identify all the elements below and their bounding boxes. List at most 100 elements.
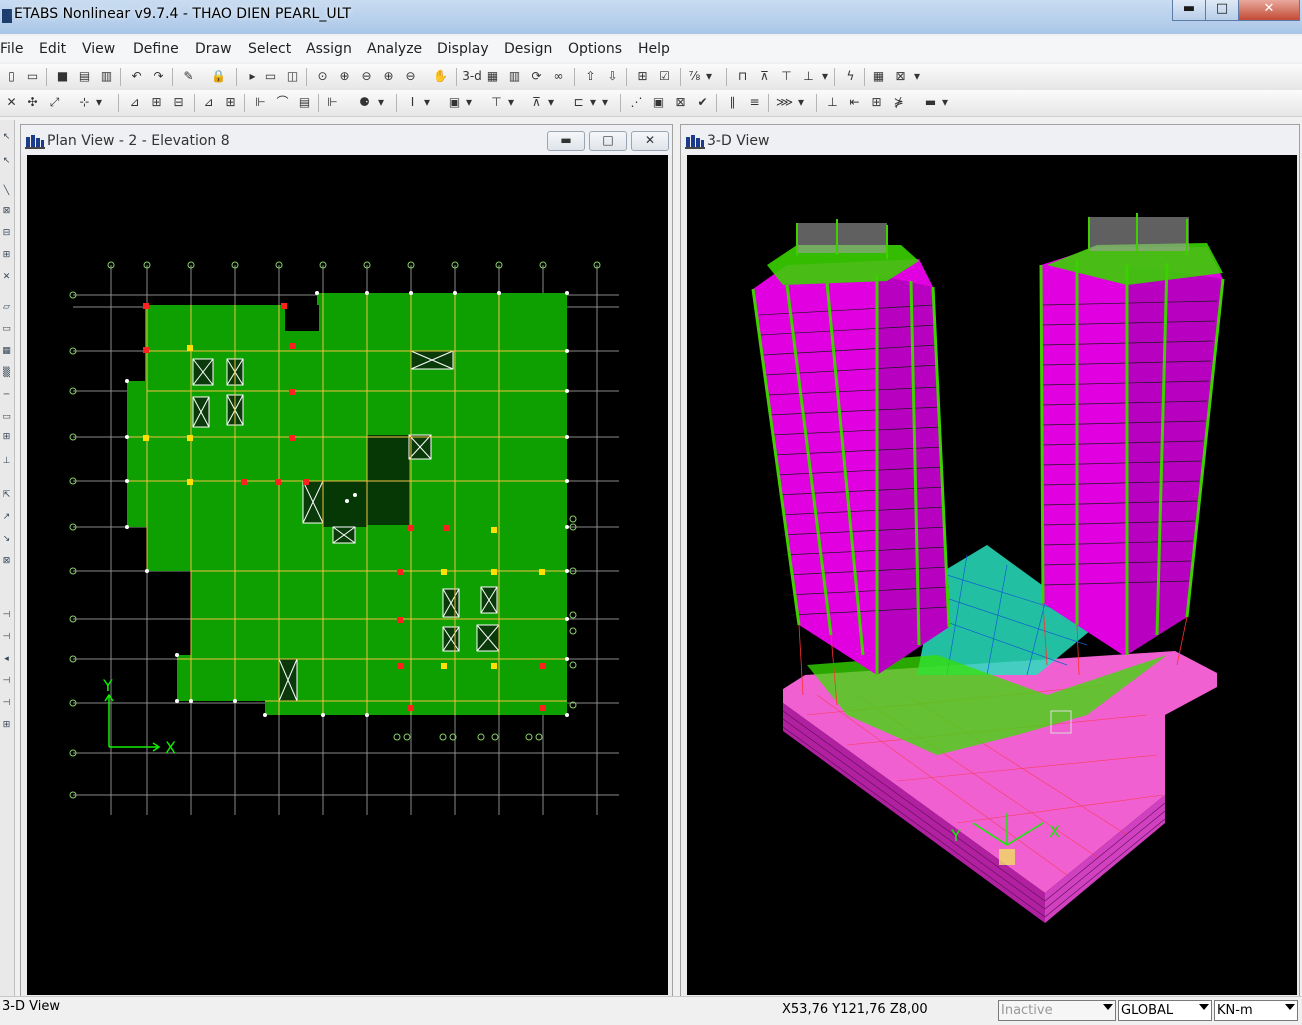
units-select[interactable]: KN-m <box>1214 1000 1298 1021</box>
zoom-in-icon[interactable]: ⊕ <box>336 68 353 85</box>
select-dropdown-icon[interactable]: ▾ <box>94 94 104 111</box>
restraint-dropdown-icon[interactable]: ▾ <box>546 94 556 111</box>
draw-dimension-icon[interactable]: ⊥ <box>1 456 12 467</box>
refresh-icon[interactable]: ✎ <box>180 68 197 85</box>
minimize-button[interactable]: ▬ <box>1172 0 1206 21</box>
link-icon[interactable]: ⊩ <box>324 94 341 111</box>
draw-wall-icon-left[interactable]: ▒ <box>1 368 12 379</box>
reshape-pointer-icon[interactable]: ↖ <box>1 156 12 167</box>
reshape-icon[interactable]: ✣ <box>24 94 41 111</box>
menu-options[interactable]: Options <box>568 41 622 57</box>
plan-view-canvas[interactable]: Y X <box>27 155 668 995</box>
design-steel-icon[interactable]: ✔ <box>694 94 711 111</box>
pan-icon[interactable]: ✋ <box>432 68 449 85</box>
right-tower[interactable] <box>1039 213 1225 655</box>
maximize-button[interactable]: □ <box>1205 0 1239 21</box>
select-previous-icon[interactable]: ↘ <box>1 534 12 545</box>
assign-restraint-icon[interactable]: ⊼ <box>528 94 545 111</box>
plan-view-maximize-button[interactable]: □ <box>589 131 627 151</box>
frame-load-icon[interactable]: ▣ <box>446 94 463 111</box>
rebar-4-icon[interactable]: ⋡ <box>890 94 907 111</box>
plan-view-minimize-button[interactable]: ▬ <box>547 131 585 151</box>
quick-draw-icon[interactable]: ⊩ <box>252 94 269 111</box>
3d-view-title-bar[interactable]: 3-D View <box>681 125 1299 155</box>
design-concrete-icon[interactable]: ∥ <box>724 94 741 111</box>
story-grid-icon[interactable]: ⊞ <box>1 720 12 731</box>
plan-view-close-button[interactable]: ✕ <box>631 131 669 151</box>
section-cut-icon[interactable]: ⌒ <box>274 94 291 111</box>
forces-dropdown-icon[interactable]: ▾ <box>820 68 830 85</box>
print-tables-icon[interactable]: ▥ <box>98 68 115 85</box>
dimension-icon[interactable]: ▤ <box>296 94 313 111</box>
report-icon[interactable]: ▬ <box>922 94 939 111</box>
select-window-icon[interactable]: ⇱ <box>1 490 12 501</box>
save-icon[interactable]: ■ <box>54 68 71 85</box>
spandrel-label-icon[interactable]: ▣ <box>650 94 667 111</box>
menu-define[interactable]: Define <box>133 41 179 57</box>
menu-analyze[interactable]: Analyze <box>367 41 422 57</box>
story-down-icon[interactable]: ⊣ <box>1 698 12 709</box>
report-dropdown-icon[interactable]: ▾ <box>940 94 950 111</box>
draw-braces-icon[interactable]: ✕ <box>1 272 12 283</box>
select-clear-icon[interactable]: ⊠ <box>1 556 12 567</box>
object-shrink-dropdown-icon[interactable]: ▾ <box>704 68 714 85</box>
draw-section-icon[interactable]: ⊞ <box>1 432 12 443</box>
view-3d-icon[interactable]: 3-d <box>462 68 482 85</box>
diaphragm-dropdown-2-icon[interactable]: ▾ <box>600 94 610 111</box>
pier-label-icon[interactable]: ⋰ <box>628 94 645 111</box>
draw-line-icon[interactable]: ⊿ <box>126 94 143 111</box>
menu-edit[interactable]: Edit <box>39 41 66 57</box>
select-pointer-icon[interactable]: ↖ <box>1 132 12 143</box>
undo-icon[interactable]: ↶ <box>128 68 145 85</box>
open-file-icon[interactable]: ▭ <box>24 68 41 85</box>
point-load-icon[interactable]: Ⅰ <box>404 94 421 111</box>
draw-point-object-icon[interactable]: ╲ <box>1 186 12 197</box>
run-pause-icon[interactable]: ▭ <box>262 68 279 85</box>
show-forces-icon[interactable]: ⊤ <box>778 68 795 85</box>
set-display-options-icon[interactable]: ⊞ <box>634 68 651 85</box>
rebar-icon[interactable]: ⊥ <box>824 94 841 111</box>
draw-area-click-icon[interactable]: ▦ <box>1 346 12 357</box>
new-file-icon[interactable]: ▯ <box>3 68 20 85</box>
draw-line-object-icon[interactable]: ⊠ <box>1 206 12 217</box>
menu-display[interactable]: Display <box>437 41 489 57</box>
display-design-dropdown-icon[interactable]: ▾ <box>796 94 806 111</box>
show-tables-icon[interactable]: ▦ <box>870 68 887 85</box>
draw-opening-icon[interactable]: ▭ <box>1 412 12 423</box>
menu-help[interactable]: Help <box>638 41 670 57</box>
plan-view-window[interactable]: Plan View - 2 - Elevation 8 ▬ □ ✕ Y X <box>20 124 673 998</box>
lock-icon[interactable]: 🔒 <box>210 68 227 85</box>
redo-icon[interactable]: ↷ <box>150 68 167 85</box>
move-up-icon[interactable]: ⇧ <box>582 68 599 85</box>
draw-lines-clicks-icon[interactable]: ⊞ <box>1 250 12 261</box>
menu-assign[interactable]: Assign <box>306 41 352 57</box>
assign-diaphragm-icon[interactable]: ⊏ <box>570 94 587 111</box>
snap-icon[interactable]: ⤢ <box>46 94 63 111</box>
window-title-bar[interactable]: ETABS Nonlinear v9.7.4 - THAO DIEN PEARL… <box>0 0 1302 34</box>
plan-view-drawing[interactable]: Y X <box>27 155 668 995</box>
all-stories-icon[interactable]: ◂ <box>1 654 12 665</box>
zoom-rect-icon[interactable]: ⊖ <box>402 68 419 85</box>
object-shrink-icon[interactable]: ⅞ <box>686 68 703 85</box>
close-button[interactable]: ✕ <box>1238 0 1300 21</box>
pointer-icon[interactable]: ✕ <box>3 94 20 111</box>
view-elevation-icon[interactable]: ▥ <box>506 68 523 85</box>
area-load-dropdown-icon[interactable]: ▾ <box>506 94 516 111</box>
menu-file[interactable]: File <box>0 41 23 57</box>
3d-view-canvas[interactable]: Y X <box>687 155 1297 995</box>
print-graphics-icon[interactable]: ▤ <box>76 68 93 85</box>
diaphragm-dropdown-icon[interactable]: ▾ <box>588 94 598 111</box>
draw-area-object-icon[interactable]: ▱ <box>1 302 12 313</box>
one-story-icon[interactable]: ⊣ <box>1 610 12 621</box>
frame-load-dropdown-icon[interactable]: ▾ <box>464 94 474 111</box>
run-analysis-icon[interactable]: ▸ <box>244 68 261 85</box>
3d-view-drawing[interactable]: Y X <box>687 155 1295 995</box>
show-undeformed-icon[interactable]: ⊓ <box>734 68 751 85</box>
zoom-previous-icon[interactable]: ⊕ <box>380 68 397 85</box>
set-building-view-icon[interactable]: ☑ <box>656 68 673 85</box>
area-load-icon[interactable]: ⊤ <box>488 94 505 111</box>
left-tower[interactable] <box>751 219 951 675</box>
point-load-dropdown-icon[interactable]: ▾ <box>422 94 432 111</box>
move-down-icon[interactable]: ⇩ <box>604 68 621 85</box>
tables-dropdown-icon[interactable]: ▾ <box>912 68 922 85</box>
